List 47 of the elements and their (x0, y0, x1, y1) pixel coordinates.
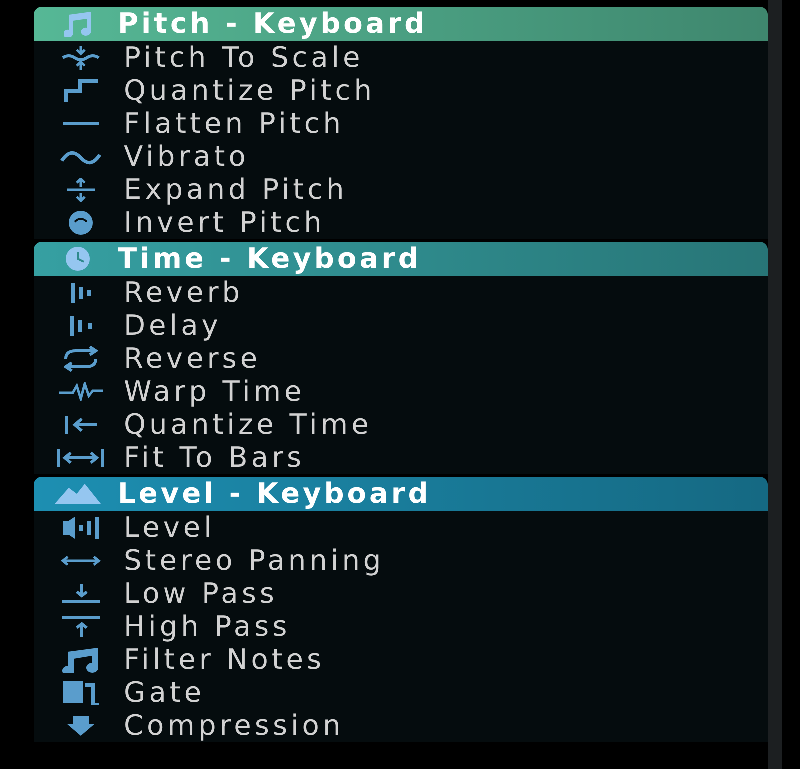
music-note-icon (64, 11, 92, 37)
line-icon (61, 122, 101, 126)
menu-item[interactable]: Quantize Pitch (124, 76, 376, 104)
music-note-icon (62, 646, 100, 672)
expand-arrows-icon (67, 178, 95, 202)
menu-item[interactable]: Expand Pitch (124, 176, 348, 204)
menu-item[interactable]: Delay (124, 312, 222, 340)
mountain-icon (55, 484, 101, 504)
step-icon (64, 79, 98, 102)
bars-icon (70, 316, 92, 336)
circle-icon (69, 210, 93, 234)
arrow-up-line-icon (62, 616, 100, 638)
loop-arrows-icon (64, 346, 98, 372)
arrow-to-line-icon (64, 416, 98, 434)
bars-icon (71, 282, 91, 302)
menu-item[interactable]: Reverse (124, 344, 262, 372)
wave-icon (60, 148, 102, 164)
scrollbar[interactable] (768, 0, 782, 769)
menu-item[interactable]: Vibrato (124, 142, 250, 170)
menu-item[interactable]: Stereo Panning (124, 546, 385, 574)
arrows-between-lines-icon (57, 448, 105, 466)
door-icon (63, 680, 99, 704)
arrow-down-line-icon (62, 583, 100, 604)
menu-item[interactable]: Gate (124, 678, 206, 706)
menu-item[interactable]: Low Pass (124, 580, 278, 608)
wave-arrows-icon (61, 44, 101, 70)
menu-item[interactable]: Compression (124, 712, 344, 740)
menu-item[interactable]: Quantize Time (124, 410, 372, 438)
section-header[interactable]: Level - Keyboard (34, 477, 768, 511)
menu-item[interactable]: Fit To Bars (124, 444, 306, 472)
section-header[interactable]: Time - Keyboard (34, 242, 768, 276)
speaker-bars-icon (63, 516, 99, 538)
menu-item[interactable]: Reverb (124, 278, 244, 306)
section-title: Pitch - Keyboard (118, 10, 428, 38)
double-arrow-icon (61, 556, 101, 566)
menu-item[interactable]: Level (124, 514, 216, 542)
section-title: Time - Keyboard (118, 245, 422, 273)
menu-item[interactable]: Flatten Pitch (124, 110, 345, 138)
compress-icon (67, 716, 95, 736)
menu-item[interactable]: Invert Pitch (124, 208, 326, 236)
menu-item[interactable]: High Pass (124, 612, 291, 640)
section-title: Level - Keyboard (118, 480, 432, 508)
clock-icon (66, 247, 90, 271)
menu-item[interactable]: Warp Time (124, 378, 306, 406)
menu-item[interactable]: Pitch To Scale (124, 44, 364, 72)
pulse-icon (59, 382, 103, 401)
menu-item[interactable]: Filter Notes (124, 646, 326, 674)
